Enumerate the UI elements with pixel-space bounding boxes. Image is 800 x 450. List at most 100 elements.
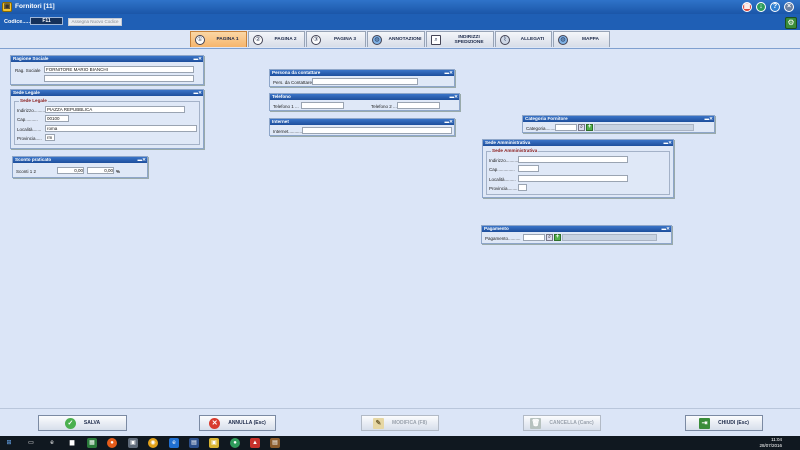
app-icon[interactable]: ▣	[128, 438, 138, 448]
browser-icon[interactable]: e	[47, 438, 57, 448]
panel-title: Ragione Sociale	[13, 56, 49, 61]
tab-label: INDIRIZZI SPEDIZIONE	[454, 34, 484, 45]
app-icon[interactable]: ▲	[250, 438, 260, 448]
tab-pagina-3[interactable]: ③ PAGINA 3	[306, 31, 366, 47]
tab-indirizzi-spedizione[interactable]: ⌕ INDIRIZZI SPEDIZIONE	[426, 31, 494, 47]
search-icon[interactable]: ⌕	[578, 124, 585, 131]
close-button[interactable]: ×	[784, 2, 794, 12]
calculator-icon[interactable]: ▦	[742, 2, 752, 12]
help-button[interactable]: ?	[770, 2, 780, 12]
app-active-icon[interactable]: ▣	[209, 438, 219, 448]
close-icon[interactable]: ▬✕	[662, 226, 670, 232]
indirizzo-field[interactable]	[518, 156, 628, 163]
rag-sociale-field-2[interactable]	[44, 75, 194, 82]
categoria-description	[594, 124, 694, 131]
store-icon[interactable]: ▤	[189, 438, 199, 448]
edge-icon[interactable]: e	[169, 438, 179, 448]
number-two-icon: ②	[253, 34, 263, 45]
persona-field[interactable]	[312, 78, 418, 85]
panel-title: Internet	[272, 119, 289, 124]
taskbar: ⊞ ▭ e ▆ ▦ ● ▣ ◉ e ▤ ▣ ● ▲ ▤ 11:04 28/07/…	[0, 436, 800, 450]
telefono-1-label: Telefono 1 ...	[273, 104, 299, 109]
panel-title: Sconto praticato	[15, 157, 52, 162]
close-icon[interactable]: ▬✕	[664, 140, 672, 146]
localita-field[interactable]: roma	[45, 125, 197, 132]
panel-sede-legale: Sede Legale ▬✕ Sede Legale Indirizzo.....…	[10, 89, 204, 149]
add-icon[interactable]: +	[554, 234, 561, 241]
edit-label: MODIFICA (F8)	[391, 420, 428, 426]
save-button[interactable]: ✓ SALVA	[38, 415, 127, 431]
firefox-icon[interactable]: ●	[107, 438, 117, 448]
close-icon[interactable]: ▬✕	[450, 94, 458, 100]
group-sede-legale: Sede Legale Indirizzo......... PIAZZA RE…	[14, 98, 200, 145]
check-icon: ✓	[64, 417, 76, 429]
provincia-field[interactable]	[518, 184, 527, 191]
close-icon: ✕	[209, 417, 221, 429]
panel-title: Pagamento	[484, 226, 509, 231]
task-view-icon[interactable]: ▭	[26, 438, 36, 448]
close-icon[interactable]: ▬✕	[138, 157, 146, 163]
pagamento-field[interactable]	[523, 234, 545, 241]
code-bar: Codice....... F11 Assegna Nuovo Codice	[0, 14, 800, 30]
localita-field[interactable]	[518, 175, 628, 182]
code-field[interactable]: F11	[30, 17, 63, 25]
action-bar: ✓ SALVA ✕ ANNULLA (Esc) ✎ MODIFICA (F8) …	[0, 408, 800, 436]
edit-button[interactable]: ✎ MODIFICA (F8)	[361, 415, 439, 431]
panel-title: Persona da contattare	[272, 70, 321, 75]
telefono-2-field[interactable]	[397, 102, 440, 109]
download-icon[interactable]: ↓	[756, 2, 766, 12]
chrome-icon[interactable]: ◉	[148, 438, 158, 448]
rag-sociale-field[interactable]: FORNITORE MARIO BIANCHI	[44, 66, 194, 73]
internet-field[interactable]	[302, 127, 452, 134]
telefono-1-field[interactable]	[301, 102, 344, 109]
close-window-button[interactable]: ⇥ CHIUDI (Esc)	[685, 415, 763, 431]
system-clock[interactable]: 11:04 28/07/2016	[759, 437, 782, 449]
panel-categoria: Categoria Fornitore ▬✕ Categoria.........…	[522, 115, 715, 133]
search-icon[interactable]: ⌕	[546, 234, 553, 241]
folder-icon[interactable]: ▆	[67, 438, 77, 448]
delete-button[interactable]: 🗑 CANCELLA (Canc)	[523, 415, 601, 431]
close-icon[interactable]: ▬✕	[445, 119, 453, 125]
tab-label: PAGINA 3	[333, 37, 357, 42]
app-icon[interactable]: ●	[230, 438, 240, 448]
provincia-field[interactable]: rm	[45, 134, 55, 141]
panel-pagamento: Pagamento ▬✕ Pagamento.......... ⌕ +	[481, 225, 672, 244]
persona-label: Pers. da Contattare	[273, 80, 313, 85]
windows-start-icon[interactable]: ⊞	[4, 438, 14, 448]
tab-pagina-2[interactable]: ② PAGINA 2	[248, 31, 305, 47]
panel-header: Sconto praticato ▬✕	[13, 157, 147, 163]
sconto-2-field[interactable]: 0,00	[87, 167, 114, 174]
indirizzo-field[interactable]: PIAZZA REPUBBLICA	[45, 106, 185, 113]
panel-telefono: Telefono ▬✕ Telefono 1 ... Telefono 2 ...	[269, 93, 460, 111]
number-one-icon: ①	[195, 34, 205, 45]
app-icon[interactable]: ▤	[270, 438, 280, 448]
tab-annotazioni[interactable]: ◍ ANNOTAZIONI	[367, 31, 425, 47]
panel-header: Sede Legale ▬✕	[11, 90, 203, 96]
tools-icon[interactable]: ⚙	[785, 17, 797, 29]
internet-label: Internet...........	[273, 129, 303, 134]
panel-header: Telefono ▬✕	[270, 94, 459, 100]
cap-field[interactable]	[518, 165, 539, 172]
cap-field[interactable]: 00100	[45, 115, 69, 122]
sconto-1-field[interactable]: 0,00	[57, 167, 84, 174]
close-icon[interactable]: ▬✕	[705, 116, 713, 122]
assign-code-button[interactable]: Assegna Nuovo Codice	[68, 18, 122, 26]
tab-allegati[interactable]: ⌇ ALLEGATI	[495, 31, 552, 47]
panel-header: Persona da contattare ▬✕	[270, 70, 454, 76]
sconti-label: Sconti 1 2	[16, 169, 37, 174]
pagamento-description	[562, 234, 657, 241]
panel-header: Internet ▬✕	[270, 119, 454, 125]
globe-icon: ◍	[558, 34, 568, 45]
cancel-button[interactable]: ✕ ANNULLA (Esc)	[199, 415, 276, 431]
close-icon[interactable]: ▬✕	[194, 90, 202, 96]
localita-label: Località.........	[489, 177, 516, 182]
form-area: Ragione Sociale ▬✕ Rag. Sociale FORNITORE…	[0, 48, 800, 408]
spreadsheet-icon[interactable]: ▦	[87, 438, 97, 448]
tab-mappa[interactable]: ◍ MAPPA	[553, 31, 610, 47]
close-icon[interactable]: ▬✕	[194, 56, 202, 62]
tab-pagina-1[interactable]: ① PAGINA 1	[190, 31, 247, 47]
add-icon[interactable]: +	[586, 124, 593, 131]
close-icon[interactable]: ▬✕	[445, 70, 453, 76]
indirizzo-label: Indirizzo............	[489, 158, 521, 163]
categoria-field[interactable]	[555, 124, 577, 131]
